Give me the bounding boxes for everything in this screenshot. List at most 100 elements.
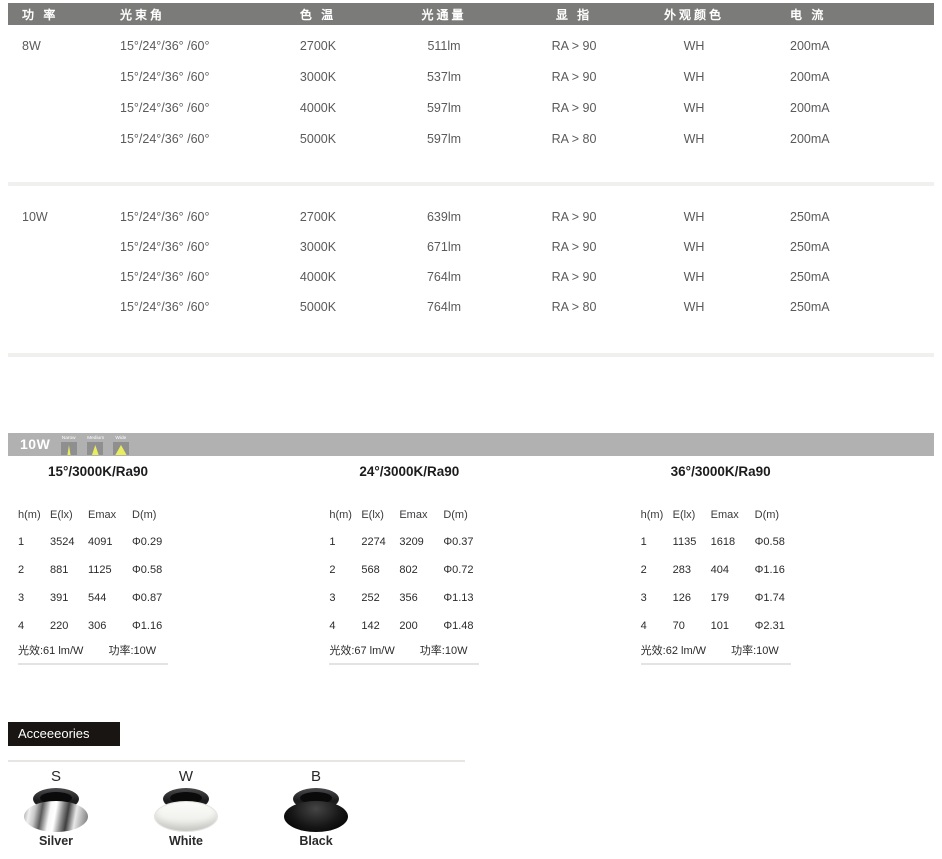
flux-value: 597lm: [374, 93, 514, 124]
pm-cell: 881: [50, 556, 88, 584]
pm-cell: 200: [399, 612, 443, 640]
flux-value: 764lm: [374, 292, 514, 322]
pm-table-title: 15°/3000K/Ra90: [18, 464, 178, 480]
pm-col-header: D(m): [755, 502, 801, 528]
pm-cell: 1618: [711, 528, 755, 556]
power-value: 8W: [8, 31, 112, 62]
accessories-heading: Acceeeories: [8, 722, 120, 746]
accessories-divider: [8, 760, 465, 762]
table-row: 15°/24°/36° /60° 3000K 537lm RA > 90 WH …: [8, 62, 934, 93]
pm-col-header: h(m): [18, 502, 50, 528]
power-value: 功率:10W: [108, 645, 156, 657]
spec-table-header: 功 率 光束角 色 温 光通量 显 指 外观颜色 电 流: [8, 3, 934, 25]
pm-cell: 4: [18, 612, 50, 640]
pm-cell: Φ2.31: [755, 612, 801, 640]
beam-angle-value: 15°/24°/36° /60°: [112, 124, 262, 155]
color-value: WH: [634, 62, 754, 93]
accessory-name: Silver: [39, 834, 73, 848]
efficacy-value: 光效:67 lm/W: [329, 645, 394, 657]
accessory-white: W White: [142, 768, 230, 848]
pm-cell: 3209: [399, 528, 443, 556]
pm-cell: Φ1.13: [443, 584, 489, 612]
beam-narrow-icon: Narow: [60, 435, 77, 455]
pm-table-title: 36°/3000K/Ra90: [641, 464, 801, 480]
col-header-cri: 显 指: [514, 6, 634, 23]
power-value: [8, 93, 112, 124]
pm-cell: 1125: [88, 556, 132, 584]
pm-cell: Φ0.29: [132, 528, 178, 556]
photometric-tables: 15°/3000K/Ra90 h(m) E(lx) Emax D(m) 1 35…: [8, 464, 942, 665]
section-divider: [8, 353, 934, 357]
beam-angle-value: 15°/24°/36° /60°: [112, 232, 262, 262]
pm-cell: 802: [399, 556, 443, 584]
table-row: 15°/24°/36° /60° 5000K 597lm RA > 80 WH …: [8, 124, 934, 155]
pm-table-footer: 光效:67 lm/W 功率:10W: [329, 642, 479, 665]
pm-cell: 70: [673, 612, 711, 640]
flux-value: 764lm: [374, 262, 514, 292]
pm-col-header: E(lx): [361, 502, 399, 528]
pm-cell: Φ1.16: [755, 556, 801, 584]
current-value: 200mA: [754, 31, 934, 62]
pm-col-header: Emax: [399, 502, 443, 528]
power-value: 10W: [8, 202, 112, 232]
accessory-name: Black: [299, 834, 332, 848]
table-row: 15°/24°/36° /60° 4000K 764lm RA > 90 WH …: [8, 262, 934, 292]
accessory-silver: S Silver: [12, 768, 100, 848]
cri-value: RA > 90: [514, 202, 634, 232]
cct-value: 5000K: [262, 292, 374, 322]
flux-value: 671lm: [374, 232, 514, 262]
beam-angle-value: 15°/24°/36° /60°: [112, 262, 262, 292]
col-header-flux: 光通量: [374, 6, 514, 23]
pm-col-header: Emax: [711, 502, 755, 528]
cri-value: RA > 90: [514, 62, 634, 93]
bar-power-label: 10W: [20, 434, 50, 455]
pm-cell: 1: [18, 528, 50, 556]
color-value: WH: [634, 93, 754, 124]
beam-medium-label: Medium: [87, 436, 104, 442]
beam-angle-value: 15°/24°/36° /60°: [112, 292, 262, 322]
pm-cell: 2: [329, 556, 361, 584]
col-header-beam-angle: 光束角: [112, 6, 262, 23]
cri-value: RA > 90: [514, 31, 634, 62]
table-row: 15°/24°/36° /60° 3000K 671lm RA > 90 WH …: [8, 232, 934, 262]
beam-angle-value: 15°/24°/36° /60°: [112, 93, 262, 124]
pm-cell: 4091: [88, 528, 132, 556]
pm-cell: 3: [18, 584, 50, 612]
pm-cell: 4: [329, 612, 361, 640]
pm-cell: Φ1.16: [132, 612, 178, 640]
color-value: WH: [634, 262, 754, 292]
pm-col-header: D(m): [132, 502, 178, 528]
beam-medium-icon: Medium: [85, 435, 106, 455]
white-ring-image: [154, 788, 218, 832]
beam-wide-icon: Wide: [113, 435, 129, 455]
color-value: WH: [634, 31, 754, 62]
pm-cell: 568: [361, 556, 399, 584]
flux-value: 639lm: [374, 202, 514, 232]
cri-value: RA > 80: [514, 124, 634, 155]
pm-col-header: Emax: [88, 502, 132, 528]
color-value: WH: [634, 232, 754, 262]
cct-value: 2700K: [262, 202, 374, 232]
pm-cell: 1: [329, 528, 361, 556]
beam-narrow-label: Narow: [62, 436, 76, 442]
pm-table-footer: 光效:61 lm/W 功率:10W: [18, 642, 168, 665]
color-value: WH: [634, 292, 754, 322]
pm-cell: 3: [329, 584, 361, 612]
power-value: [8, 62, 112, 93]
photometric-table-15deg: 15°/3000K/Ra90 h(m) E(lx) Emax D(m) 1 35…: [8, 464, 319, 665]
pm-cell: 404: [711, 556, 755, 584]
pm-cell: Φ0.87: [132, 584, 178, 612]
pm-cell: 1135: [673, 528, 711, 556]
accessory-code: W: [179, 768, 193, 786]
pm-cell: 179: [711, 584, 755, 612]
spec-group-10w: 10W 15°/24°/36° /60° 2700K 639lm RA > 90…: [8, 202, 934, 322]
pm-cell: 126: [673, 584, 711, 612]
power-value: 功率:10W: [420, 645, 468, 657]
power-value: [8, 124, 112, 155]
pm-cell: 3524: [50, 528, 88, 556]
photometric-table-24deg: 24°/3000K/Ra90 h(m) E(lx) Emax D(m) 1 22…: [319, 464, 630, 665]
current-value: 250mA: [754, 202, 934, 232]
current-value: 200mA: [754, 93, 934, 124]
flux-value: 597lm: [374, 124, 514, 155]
beam-angle-value: 15°/24°/36° /60°: [112, 31, 262, 62]
